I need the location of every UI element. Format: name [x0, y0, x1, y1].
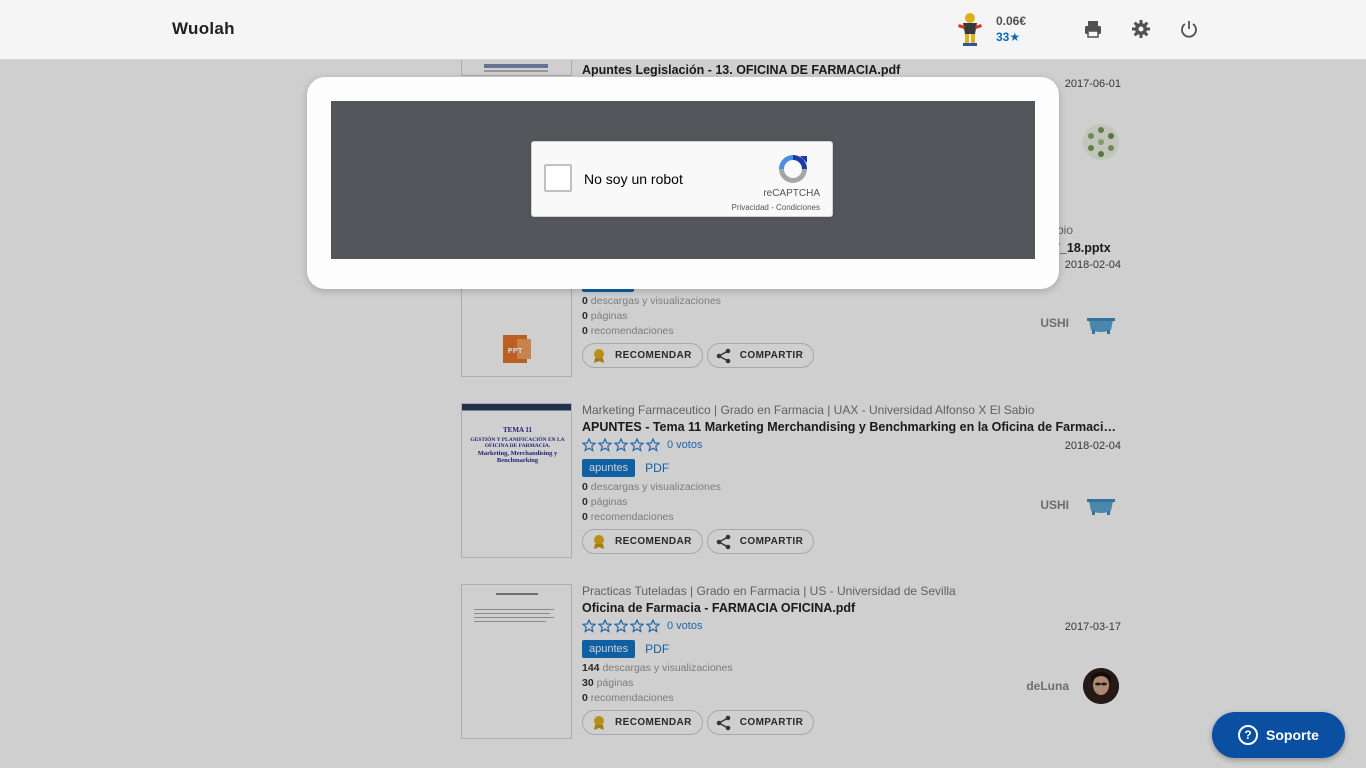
- recaptcha-brand: reCAPTCHA: [763, 188, 820, 199]
- captcha-label: No soy un robot: [584, 171, 683, 187]
- recaptcha-links[interactable]: Privacidad - Condiciones: [732, 203, 821, 212]
- recaptcha-logo-icon: [776, 152, 810, 186]
- robot-checkbox[interactable]: [544, 164, 572, 192]
- header-dim: [0, 0, 1366, 60]
- support-button[interactable]: ? Soporte: [1212, 712, 1345, 758]
- recaptcha-widget: No soy un robot reCAPTCHA Privacidad - C…: [531, 141, 833, 217]
- help-icon: ?: [1238, 725, 1259, 745]
- captcha-modal: No soy un robot reCAPTCHA Privacidad - C…: [307, 77, 1059, 289]
- support-label: Soporte: [1266, 727, 1319, 743]
- captcha-container: No soy un robot reCAPTCHA Privacidad - C…: [331, 101, 1035, 259]
